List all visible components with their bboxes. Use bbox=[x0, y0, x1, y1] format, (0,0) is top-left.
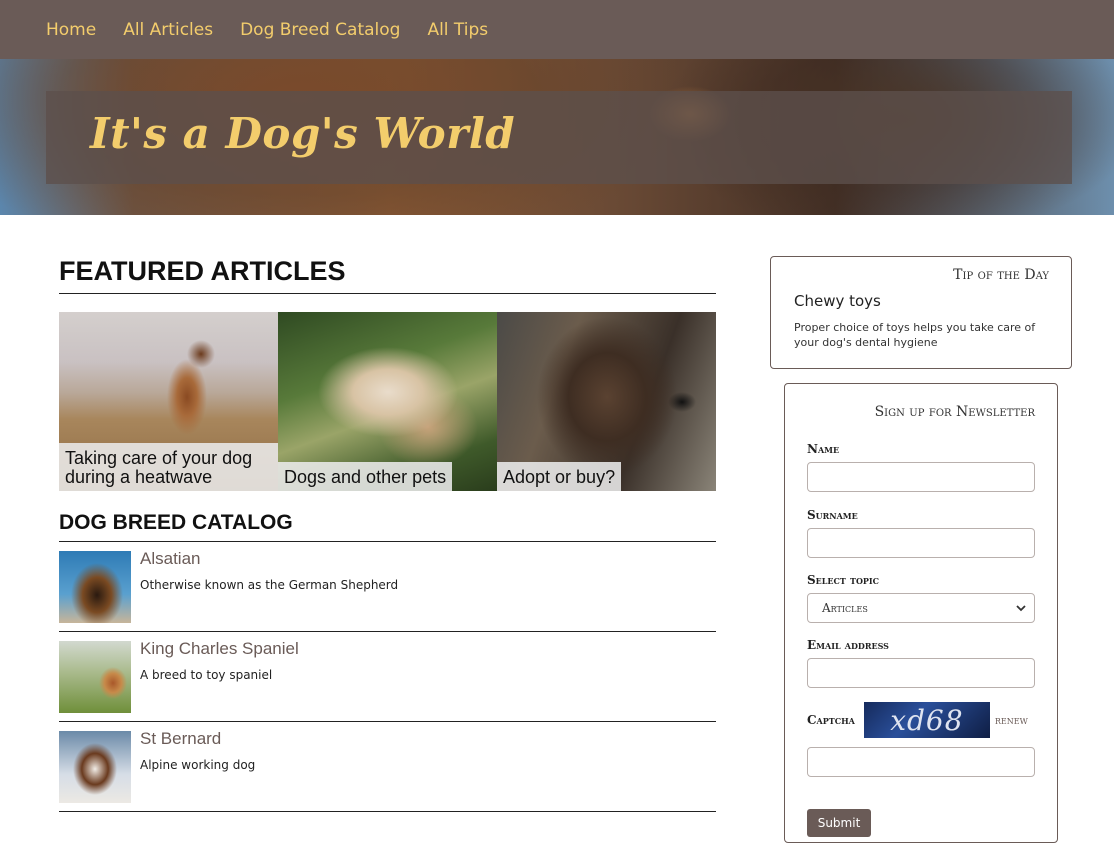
nav-all-tips[interactable]: All Tips bbox=[427, 20, 488, 40]
nav-all-articles[interactable]: All Articles bbox=[123, 20, 213, 40]
featured-articles-grid: Taking care of your dog during a heatwav… bbox=[59, 312, 716, 491]
breed-thumbnail bbox=[59, 641, 131, 713]
topic-label: Select topic bbox=[807, 573, 880, 587]
breed-description: Alpine working dog bbox=[140, 758, 256, 772]
breed-name[interactable]: Alsatian bbox=[140, 549, 398, 569]
tip-of-the-day-box: Tip of the Day Chewy toys Proper choice … bbox=[770, 256, 1072, 369]
topic-select-value: Articles bbox=[822, 601, 868, 615]
captcha-image: xd68 bbox=[863, 702, 990, 738]
surname-input[interactable] bbox=[807, 528, 1035, 558]
article-caption: Taking care of your dog during a heatwav… bbox=[59, 443, 278, 491]
article-caption: Dogs and other pets bbox=[278, 462, 453, 491]
breed-description: Otherwise known as the German Shepherd bbox=[140, 578, 399, 592]
newsletter-heading: Sign up for Newsletter bbox=[874, 404, 1035, 420]
breed-item-st-bernard[interactable]: St Bernard Alpine working dog bbox=[59, 722, 716, 812]
name-label: Name bbox=[807, 442, 840, 456]
submit-button[interactable]: Submit bbox=[807, 809, 871, 837]
email-input[interactable] bbox=[807, 658, 1035, 688]
tip-heading: Tip of the Day bbox=[953, 267, 1049, 283]
top-navigation: Home All Articles Dog Breed Catalog All … bbox=[0, 0, 1114, 59]
tip-text: Proper choice of toys helps you take car… bbox=[794, 321, 1036, 349]
captcha-input[interactable] bbox=[807, 747, 1035, 777]
surname-label: Surname bbox=[807, 508, 858, 522]
chevron-down-icon bbox=[1016, 604, 1026, 611]
main-content: FEATURED ARTICLES Taking care of your do… bbox=[59, 256, 716, 812]
nav-home[interactable]: Home bbox=[46, 20, 96, 40]
breed-thumbnail bbox=[59, 731, 131, 803]
tip-title: Chewy toys bbox=[794, 292, 881, 310]
email-label: Email address bbox=[807, 638, 889, 652]
hero-banner: It's a Dog's World bbox=[46, 91, 1072, 184]
dog-breed-catalog-heading: DOG BREED CATALOG bbox=[59, 511, 716, 542]
nav-dog-breed-catalog[interactable]: Dog Breed Catalog bbox=[240, 20, 400, 40]
breed-thumbnail bbox=[59, 551, 131, 623]
captcha-row: Captcha xd68 renew bbox=[807, 702, 1035, 738]
featured-article-other-pets[interactable]: Dogs and other pets bbox=[278, 312, 497, 491]
featured-articles-heading: FEATURED ARTICLES bbox=[59, 256, 716, 294]
featured-article-adopt-or-buy[interactable]: Adopt or buy? bbox=[497, 312, 716, 491]
breed-name[interactable]: St Bernard bbox=[140, 729, 255, 749]
site-title: It's a Dog's World bbox=[90, 109, 516, 158]
breed-description: A breed to toy spaniel bbox=[140, 668, 273, 682]
name-input[interactable] bbox=[807, 462, 1035, 492]
newsletter-signup-form: Sign up for Newsletter Name Surname Sele… bbox=[784, 383, 1058, 843]
breed-item-king-charles-spaniel[interactable]: King Charles Spaniel A breed to toy span… bbox=[59, 632, 716, 722]
breed-item-alsatian[interactable]: Alsatian Otherwise known as the German S… bbox=[59, 542, 716, 632]
breed-name[interactable]: King Charles Spaniel bbox=[140, 639, 299, 659]
hero-image: It's a Dog's World bbox=[0, 59, 1114, 215]
captcha-label: Captcha bbox=[807, 713, 855, 727]
captcha-renew-link[interactable]: renew bbox=[995, 714, 1028, 727]
featured-article-heatwave[interactable]: Taking care of your dog during a heatwav… bbox=[59, 312, 278, 491]
article-caption: Adopt or buy? bbox=[497, 462, 622, 491]
topic-select[interactable]: Articles bbox=[807, 593, 1035, 623]
